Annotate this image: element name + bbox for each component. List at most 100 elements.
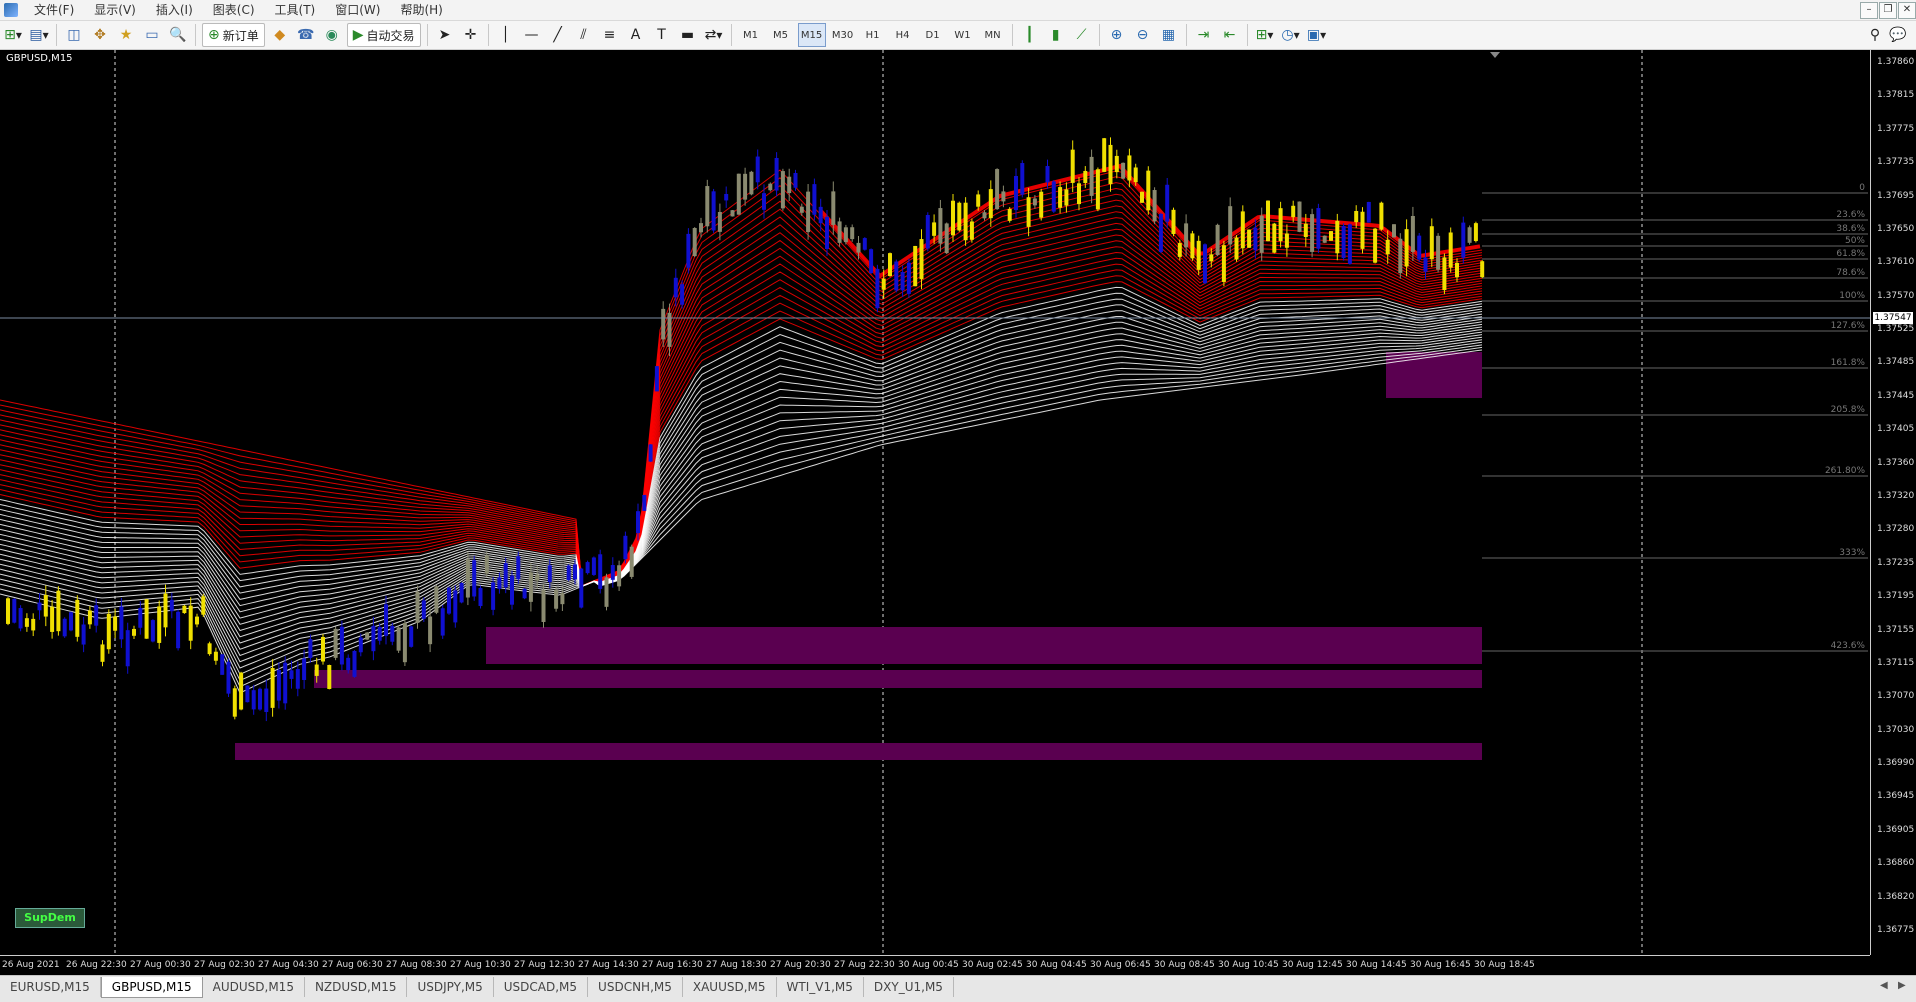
tab-nzdusd-m15[interactable]: NZDUSD,M15 [305, 977, 408, 997]
candle-body [856, 242, 861, 253]
supdem-button[interactable]: SupDem [15, 908, 85, 928]
zoom-in-icon[interactable]: ⊕ [1106, 24, 1128, 46]
periods-icon[interactable]: ◷ ▾ [1280, 24, 1302, 46]
menu-bar: 文件(F) 显示(V) 插入(I) 图表(C) 工具(T) 窗口(W) 帮助(H… [0, 0, 1916, 21]
terminal-icon[interactable]: ▭ [141, 24, 163, 46]
data-window-icon[interactable]: ✥ [89, 24, 111, 46]
tab-usdcnh-m5[interactable]: USDCNH,M5 [588, 977, 683, 997]
timeframe-h4[interactable]: H4 [890, 24, 916, 46]
trendline-icon[interactable]: ╱ [547, 24, 569, 46]
timeframe-m5[interactable]: M5 [768, 24, 794, 46]
chart-canvas[interactable] [0, 50, 1870, 955]
navigator-icon[interactable]: ★ [115, 24, 137, 46]
time-tick-label: 27 Aug 02:30 [194, 960, 255, 970]
new-order-button[interactable]: ⊕ 新订单 [202, 23, 265, 47]
metaeditor-icon[interactable]: ◆ [269, 24, 291, 46]
price-tick-label: 1.36820 [1877, 891, 1915, 902]
strategy-tester-icon[interactable]: 🔍 [167, 24, 189, 46]
price-tick-label: 1.36990 [1877, 758, 1915, 769]
text-label-icon[interactable]: T [651, 24, 673, 46]
close-icon[interactable]: ✕ [1898, 2, 1916, 19]
price-axis[interactable]: 1.37547 1.37860 1.37815 1.37775 1.37735 1.37… [1870, 50, 1916, 955]
menu-tools[interactable]: 工具(T) [265, 0, 326, 20]
candle-body [428, 616, 433, 645]
time-tick-label: 30 Aug 14:45 [1346, 960, 1407, 970]
auto-trading-button[interactable]: ▶ 自动交易 [346, 23, 421, 47]
tab-scroll-left-icon[interactable]: ◀ [1880, 980, 1888, 991]
templates-icon[interactable]: ▣ ▾ [1306, 24, 1328, 46]
candle-body [358, 637, 363, 653]
candle-body [81, 624, 86, 645]
candle-body [1158, 213, 1163, 252]
candle-body [491, 582, 496, 610]
chart-shift-icon[interactable]: ⇤ [1219, 24, 1241, 46]
candle-body [119, 606, 124, 640]
tile-windows-icon[interactable]: ▦ [1158, 24, 1180, 46]
cursor-icon[interactable]: ➤ [434, 24, 456, 46]
timeframe-m30[interactable]: M30 [830, 24, 856, 46]
bar-chart-icon[interactable]: ┃ [1019, 24, 1041, 46]
price-tick-label: 1.37735 [1877, 157, 1915, 168]
candle-body [862, 238, 867, 250]
search-icon[interactable]: ⚲ [1864, 24, 1886, 46]
menu-chart[interactable]: 图表(C) [203, 0, 265, 20]
menu-view[interactable]: 显示(V) [84, 0, 146, 20]
candle-body [535, 574, 540, 581]
timeframe-h1[interactable]: H1 [860, 24, 886, 46]
timeframe-m1[interactable]: M1 [738, 24, 764, 46]
candle-body [434, 586, 439, 613]
restore-icon[interactable]: ❐ [1879, 2, 1897, 19]
line-chart-icon[interactable]: ⟋ [1071, 24, 1093, 46]
menu-help[interactable]: 帮助(H) [390, 0, 452, 20]
candle-body [988, 189, 993, 219]
market-icon[interactable]: ◉ [321, 24, 343, 46]
timeframe-w1[interactable]: W1 [950, 24, 976, 46]
horizontal-line-icon[interactable]: — [521, 24, 543, 46]
zoom-out-icon[interactable]: ⊖ [1132, 24, 1154, 46]
tab-audusd-m15[interactable]: AUDUSD,M15 [203, 977, 305, 997]
candle-body [1234, 237, 1239, 260]
candle-body [591, 557, 596, 575]
candle-body [402, 623, 407, 663]
signals-icon[interactable]: ☎ [295, 24, 317, 46]
timeframe-mn[interactable]: MN [980, 24, 1006, 46]
candle-body [711, 191, 716, 231]
vertical-line-icon[interactable]: │ [495, 24, 517, 46]
indicators-icon[interactable]: ⊞ ▾ [1254, 24, 1276, 46]
tab-xauusd-m5[interactable]: XAUUSD,M5 [683, 977, 777, 997]
candle-body [283, 662, 288, 704]
tab-gbpusd-m15[interactable]: GBPUSD,M15 [100, 977, 203, 998]
tab-scroll-right-icon[interactable]: ▶ [1898, 980, 1906, 991]
fibonacci-icon[interactable]: ≡ [599, 24, 621, 46]
tab-usdjpy-m5[interactable]: USDJPY,M5 [407, 977, 494, 997]
timeframe-m15[interactable]: M15 [797, 23, 826, 47]
candle-body [963, 202, 968, 241]
chart-window[interactable]: GBPUSD,M15 SupDem 1.37547 1.37860 1.37815… [0, 50, 1916, 975]
candle-body [207, 643, 212, 655]
menu-window[interactable]: 窗口(W) [325, 0, 390, 20]
candlestick-icon[interactable]: ▮ [1045, 24, 1067, 46]
menu-file[interactable]: 文件(F) [24, 0, 84, 20]
minimize-icon[interactable]: – [1860, 2, 1878, 19]
time-axis[interactable]: 26 Aug 2021 26 Aug 22:30 27 Aug 00:30 27 Au… [0, 955, 1870, 976]
tab-wti-v1-m5[interactable]: WTI_V1,M5 [777, 977, 864, 997]
tab-eurusd-m15[interactable]: EURUSD,M15 [0, 977, 101, 997]
text-icon[interactable]: A [625, 24, 647, 46]
profiles-icon[interactable]: ▤ ▾ [28, 24, 50, 46]
arrows-icon[interactable]: ▬ [677, 24, 699, 46]
candle-body [995, 169, 1000, 210]
market-watch-icon[interactable]: ◫ [63, 24, 85, 46]
autoscroll-icon[interactable]: ⇥ [1193, 24, 1215, 46]
candle-body [245, 685, 250, 703]
crosshair-icon[interactable]: ✛ [460, 24, 482, 46]
timeframe-d1[interactable]: D1 [920, 24, 946, 46]
tab-dxy-u1-m5[interactable]: DXY_U1,M5 [864, 977, 954, 997]
price-tick-label: 1.37815 [1877, 90, 1915, 101]
chat-icon[interactable]: 💬 [1887, 24, 1909, 46]
new-chart-icon[interactable]: ⊞ ▾ [2, 24, 24, 46]
shapes-icon[interactable]: ⇄ ▾ [703, 24, 725, 46]
tab-usdcad-m5[interactable]: USDCAD,M5 [494, 977, 589, 997]
equidistant-channel-icon[interactable]: ⫽ [573, 24, 595, 46]
candle-body [396, 627, 401, 651]
menu-insert[interactable]: 插入(I) [146, 0, 203, 20]
